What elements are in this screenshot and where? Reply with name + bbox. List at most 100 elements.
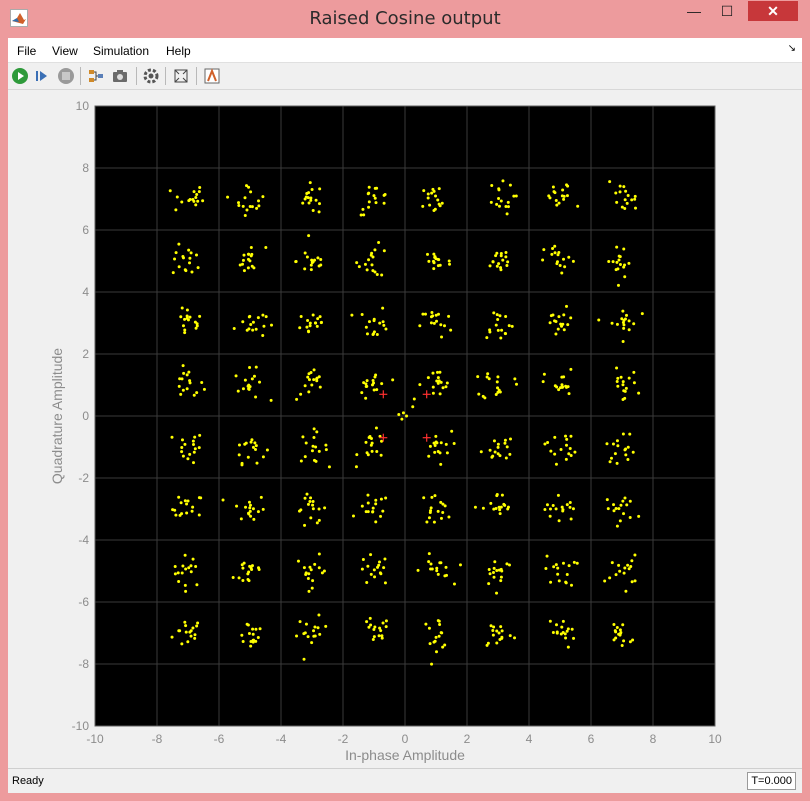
signal-selector-button[interactable] [86, 66, 106, 86]
highlight-block-button[interactable] [202, 66, 222, 86]
scatter-point [569, 453, 573, 457]
step-forward-button[interactable] [32, 66, 52, 86]
scatter-point [384, 625, 388, 629]
stop-button[interactable] [56, 66, 76, 86]
scatter-point [256, 510, 260, 514]
zoom-fit-button[interactable] [171, 66, 191, 86]
scatter-point [371, 332, 375, 336]
close-button[interactable]: ✕ [748, 1, 798, 21]
settings-button[interactable] [141, 66, 161, 86]
scatter-point [369, 572, 373, 576]
scatter-point [618, 628, 622, 632]
scatter-point [476, 375, 480, 379]
menu-simulation[interactable]: Simulation [93, 44, 149, 58]
scatter-point [378, 321, 382, 325]
scatter-point [553, 435, 557, 439]
scatter-point [564, 434, 568, 438]
scatter-point [311, 444, 315, 448]
scatter-point [496, 442, 500, 446]
x-tick-label: -2 [338, 732, 349, 746]
minimize-button[interactable]: — [681, 1, 707, 21]
scatter-point [555, 630, 559, 634]
undock-arrow-icon[interactable]: ↘ [788, 43, 796, 54]
scatter-point [241, 387, 245, 391]
scatter-point [514, 382, 518, 386]
scatter-point [191, 443, 195, 447]
scatter-point [249, 644, 253, 648]
scatter-point [187, 248, 191, 252]
scatter-point [365, 620, 369, 624]
scatter-point [620, 644, 624, 648]
scatter-point [564, 580, 568, 584]
scatter-point [380, 634, 384, 638]
scatter-point [310, 188, 314, 192]
scatter-point [372, 635, 376, 639]
scatter-point [632, 370, 636, 374]
scatter-point [494, 323, 498, 327]
scatter-point [557, 579, 561, 583]
scatter-point [384, 619, 388, 623]
scatter-point [374, 502, 378, 506]
scatter-point [569, 517, 573, 521]
scatter-point [307, 390, 311, 394]
scatter-point [561, 619, 565, 623]
scatter-point [249, 246, 253, 250]
menu-help[interactable]: Help [166, 44, 191, 58]
scatter-point [439, 462, 443, 466]
y-axis-label: Quadrature Amplitude [49, 348, 65, 484]
scatter-point [364, 440, 368, 444]
title-bar[interactable]: Raised Cosine output — ☐ ✕ [0, 0, 810, 38]
scatter-point [171, 271, 175, 275]
scatter-point [234, 374, 238, 378]
stop-icon [58, 68, 74, 84]
scatter-point [252, 374, 256, 378]
menu-view[interactable]: View [52, 44, 78, 58]
scatter-point [199, 496, 203, 500]
scatter-point [558, 264, 562, 268]
scatter-point [622, 571, 626, 575]
scatter-point [504, 255, 508, 259]
scatter-point [421, 204, 425, 208]
scatter-point [368, 616, 372, 620]
scatter-point [573, 450, 577, 454]
scatter-point [191, 439, 195, 443]
scatter-point [450, 429, 454, 433]
maximize-button[interactable]: ☐ [707, 1, 747, 21]
snapshot-button[interactable] [110, 66, 130, 86]
scatter-point [623, 275, 627, 279]
scatter-point [553, 191, 557, 195]
scatter-point [624, 453, 628, 457]
scatter-point [487, 568, 491, 572]
scatter-point [436, 509, 440, 513]
scatter-point [181, 364, 185, 368]
scatter-point [197, 446, 201, 450]
menu-file[interactable]: File [17, 44, 36, 58]
scatter-point [551, 503, 555, 507]
scatter-point [554, 320, 558, 324]
scatter-point [551, 246, 555, 250]
scatter-point [193, 633, 197, 637]
scatter-point [308, 500, 312, 504]
scatter-point [379, 453, 383, 457]
scatter-point [628, 516, 632, 520]
scatter-point [624, 386, 628, 390]
scatter-point [351, 514, 355, 518]
scatter-point [174, 513, 178, 517]
scatter-point [508, 452, 512, 456]
scatter-point [557, 201, 561, 205]
run-button[interactable] [10, 66, 30, 86]
scatter-point [514, 194, 518, 198]
scatter-point [249, 190, 253, 194]
scatter-point [433, 639, 437, 643]
scatter-point [615, 524, 619, 528]
scatter-point [373, 375, 377, 379]
scatter-point [195, 391, 199, 395]
scatter-point [499, 575, 503, 579]
scatter-point [247, 631, 251, 635]
scatter-point [434, 434, 438, 438]
scatter-point [554, 332, 558, 336]
scatter-point [365, 379, 369, 383]
scatter-point [188, 379, 192, 383]
scatter-point [186, 457, 190, 461]
constellation-chart[interactable]: -10 -8 -6 -4 -2 0 2 4 6 8 10 -10 -8 -6 -4 -2 0 2 4 6 8 10 In… [8, 90, 802, 767]
